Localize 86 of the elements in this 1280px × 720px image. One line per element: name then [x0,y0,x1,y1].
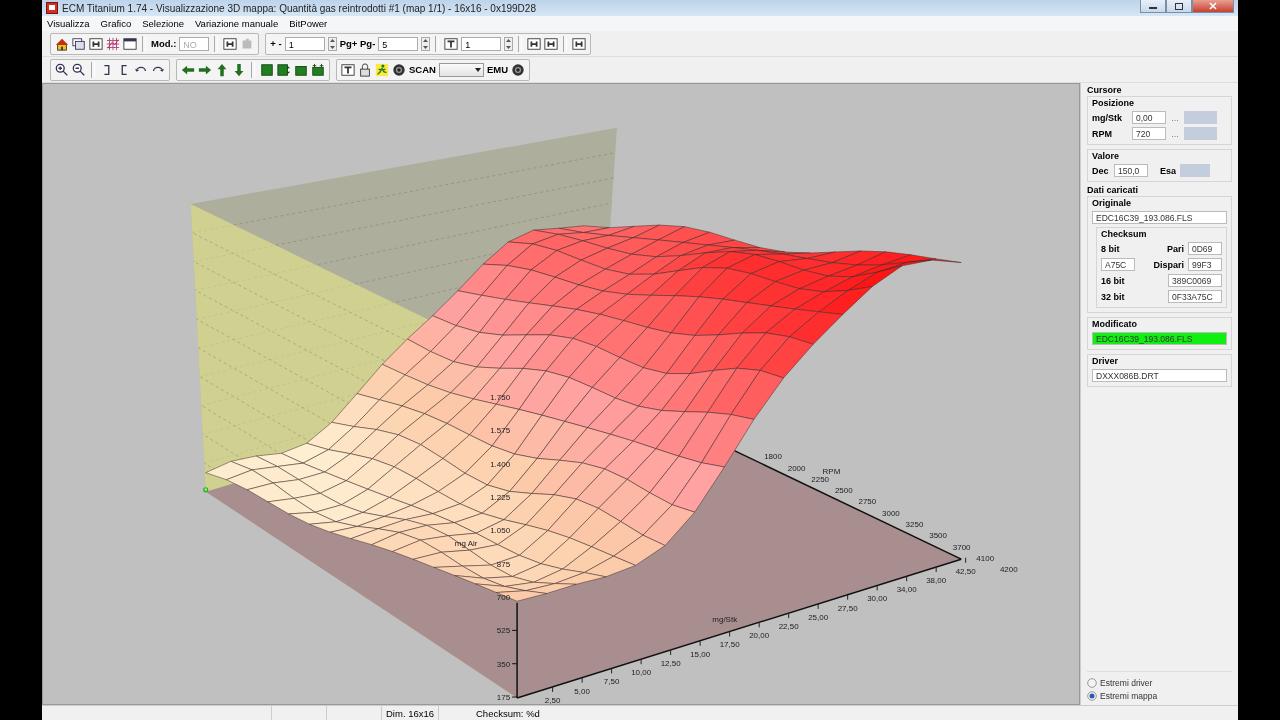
group-title: Checksum [1101,229,1148,239]
color-swatch [1184,111,1217,124]
record-icon[interactable] [392,62,406,77]
square-icon[interactable] [260,62,274,77]
zoom-out-icon[interactable] [72,62,86,77]
toolbar-label: + - [270,38,282,49]
number-field[interactable]: 5 [378,36,419,51]
house-icon[interactable] [55,36,69,51]
maximize-button[interactable] [1166,0,1192,13]
value-field: 99F3 [1188,258,1222,271]
maximize-icon [1175,2,1183,10]
value-field: A75C [1101,258,1135,271]
field-label: Dispari [1153,259,1184,270]
group-title: Posizione [1092,98,1135,108]
window-icon[interactable] [123,36,137,51]
radio-button[interactable] [1087,691,1097,701]
windows-icon[interactable] [72,36,86,51]
spinner-icon[interactable] [421,36,431,51]
menu-item[interactable]: BitPower [289,18,328,29]
value-field: 0D69 [1188,242,1222,255]
field-label: mg/Stk [1092,112,1123,123]
group-title: Originale [1092,198,1132,208]
runner-icon[interactable] [375,62,389,77]
radio-button[interactable] [1087,678,1097,688]
radio-label[interactable]: Estremi driver [1100,678,1153,688]
dropdown[interactable] [438,62,484,77]
square-plus-icon[interactable] [311,62,325,77]
field-label: 8 bit [1101,243,1121,254]
file-field[interactable]: EDC16C39_193.086.FLS [1092,211,1227,224]
record-icon[interactable] [511,62,526,77]
field-label: RPM [1092,128,1113,139]
group-title: Driver [1092,356,1119,366]
arrow-up-icon[interactable] [215,62,229,77]
table-icon[interactable] [527,36,542,51]
lock-icon[interactable] [358,62,372,77]
more-button[interactable]: ... [1170,128,1180,139]
window-title: ECM Titanium 1.74 - Visualizzazione 3D mappa: Quantità gas reintrodotti #1 (map 1/1) - 16x16 - 0x199D28 [62,2,537,14]
field-label: Dec [1092,165,1110,176]
menu-item[interactable]: Variazione manuale [194,18,279,29]
group-title: Modificato [1092,319,1138,329]
zoom-in-icon[interactable] [55,62,69,77]
number-field[interactable]: 1 [461,36,502,51]
close-button[interactable] [1192,0,1234,13]
toolbar-label: EMU [486,64,509,75]
toolbar-label: Pg+ Pg- [339,38,376,49]
field-label: Esa [1160,165,1176,176]
status-text: Checksum: %d [476,707,540,719]
menu-item[interactable]: Grafico [100,18,132,29]
grid-chart-icon[interactable] [106,36,120,51]
status-text: Dim. 16x16 [386,707,435,719]
text-box-icon[interactable] [341,62,355,77]
caret-icon [474,67,481,72]
field-label: 16 bit [1101,275,1126,286]
field-label: Pari [1167,243,1184,254]
arrow-down-icon[interactable] [232,62,246,77]
spinner-icon[interactable] [504,36,514,51]
group-title: Valore [1092,151,1121,161]
value-field[interactable]: 720 [1132,127,1166,140]
value-field[interactable]: 0,00 [1132,111,1166,124]
app-icon [46,2,58,14]
minimize-button[interactable] [1140,0,1166,13]
file-field[interactable]: DXXX086B.DRT [1092,369,1227,382]
field-label: 32 bit [1101,291,1126,302]
section-title: Dati caricati [1087,185,1140,195]
text-box-icon[interactable] [444,36,459,51]
radio-label[interactable]: Estremi mappa [1100,691,1158,701]
color-swatch [1184,127,1217,140]
table-icon[interactable] [544,36,559,51]
value-field[interactable]: 150,0 [1114,164,1148,177]
section-title: Cursore [1087,85,1123,95]
more-button[interactable]: ... [1170,112,1180,123]
color-swatch [1180,164,1210,177]
table-icon[interactable] [223,36,238,51]
menu-item[interactable]: Visualizza [47,18,90,29]
toolbar-label: SCAN [409,64,436,75]
toolbar-label: Mod.: [151,38,177,49]
file-field[interactable]: EDC16C39_193.086.FLS [1092,332,1227,345]
menu-item[interactable]: Selezione [142,18,184,29]
table-icon[interactable] [572,36,587,51]
spinner-icon[interactable] [327,36,337,51]
value-field: 389C0069 [1168,274,1222,287]
value-field: 0F33A75C [1168,290,1222,303]
close-icon [1209,2,1217,10]
square-arrows-icon[interactable] [277,62,291,77]
number-field[interactable]: 1 [284,36,325,51]
table-icon[interactable] [89,36,103,51]
